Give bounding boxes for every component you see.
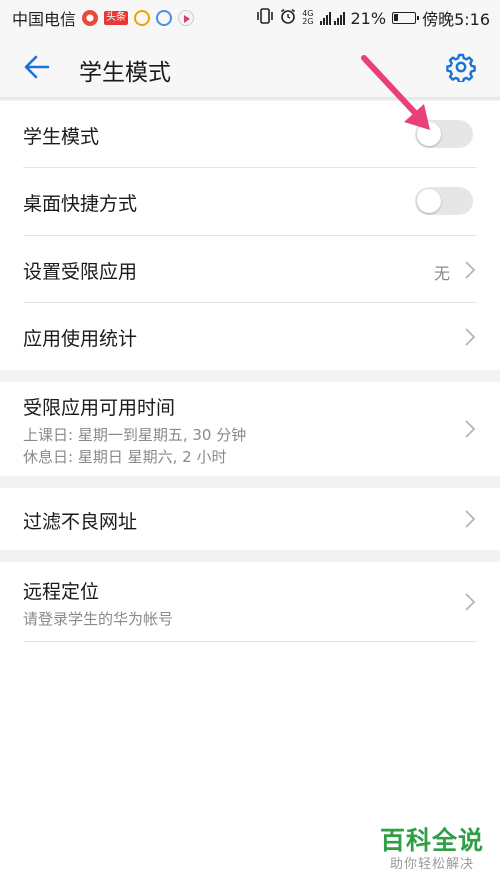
back-button[interactable] [20, 50, 54, 84]
divider [23, 641, 477, 642]
ring-app-icon [134, 10, 151, 26]
section-gap [0, 370, 500, 382]
chevron-right-icon [465, 593, 476, 611]
remote-location-row[interactable]: 远程定位 请登录学生的华为帐号 [0, 562, 500, 642]
network-type: 4G 2G [302, 9, 314, 26]
weibo-app-icon [82, 10, 99, 26]
carrier-label: 中国电信 [12, 10, 77, 29]
page-title: 学生模式 [79, 60, 171, 86]
chevron-right-icon [465, 261, 476, 279]
video-app-icon [178, 10, 195, 26]
status-bar: 中国电信 头条 4G 2G 21% 傍晚5:16 [0, 0, 500, 36]
section-gap [0, 550, 500, 562]
battery-percent: 21% [350, 8, 387, 28]
signal-icon [319, 11, 345, 25]
toutiao-app-icon: 头条 [104, 11, 129, 25]
vibrate-icon [256, 8, 274, 28]
remote-location-hint: 请登录学生的华为帐号 [23, 610, 174, 628]
watermark-subtitle: 助你轻松解决 [389, 857, 474, 872]
watermark-logo: 百科全说 助你轻松解决 [376, 826, 488, 874]
settings-button[interactable] [444, 50, 478, 84]
app-usage-row[interactable]: 应用使用统计 [0, 303, 500, 370]
student-mode-label: 学生模式 [23, 126, 100, 148]
section-gap [0, 476, 500, 488]
filter-urls-row[interactable]: 过滤不良网址 [0, 488, 500, 550]
remote-location-label: 远程定位 [23, 581, 100, 603]
app-usage-label: 应用使用统计 [23, 328, 138, 350]
restricted-apps-label: 设置受限应用 [23, 261, 138, 283]
chevron-right-icon [465, 420, 476, 438]
battery-icon [392, 12, 420, 24]
filter-urls-label: 过滤不良网址 [23, 511, 138, 533]
gear-icon [446, 53, 476, 82]
restricted-apps-value: 无 [433, 264, 450, 283]
watermark-title: 百科全说 [379, 826, 484, 855]
alarm-icon [280, 8, 296, 28]
chevron-right-icon [465, 510, 476, 528]
chevron-right-icon [465, 328, 476, 346]
rest-day-limit: 休息日: 星期日 星期六, 2 小时 [23, 448, 227, 466]
app-notification-icon [156, 10, 173, 26]
restricted-apps-row[interactable]: 设置受限应用 无 [0, 236, 500, 303]
arrow-left-icon [24, 55, 50, 79]
desktop-shortcut-label: 桌面快捷方式 [23, 193, 138, 215]
desktop-shortcut-row[interactable]: 桌面快捷方式 [0, 168, 500, 236]
desktop-shortcut-toggle[interactable] [415, 187, 473, 215]
toggle-knob [417, 189, 441, 213]
clock: 傍晚5:16 [422, 10, 490, 29]
annotation-arrow [361, 55, 430, 130]
school-day-limit: 上课日: 星期一到星期五, 30 分钟 [23, 426, 247, 444]
available-time-label: 受限应用可用时间 [23, 397, 176, 419]
available-time-row[interactable]: 受限应用可用时间 上课日: 星期一到星期五, 30 分钟 休息日: 星期日 星期… [0, 382, 500, 476]
